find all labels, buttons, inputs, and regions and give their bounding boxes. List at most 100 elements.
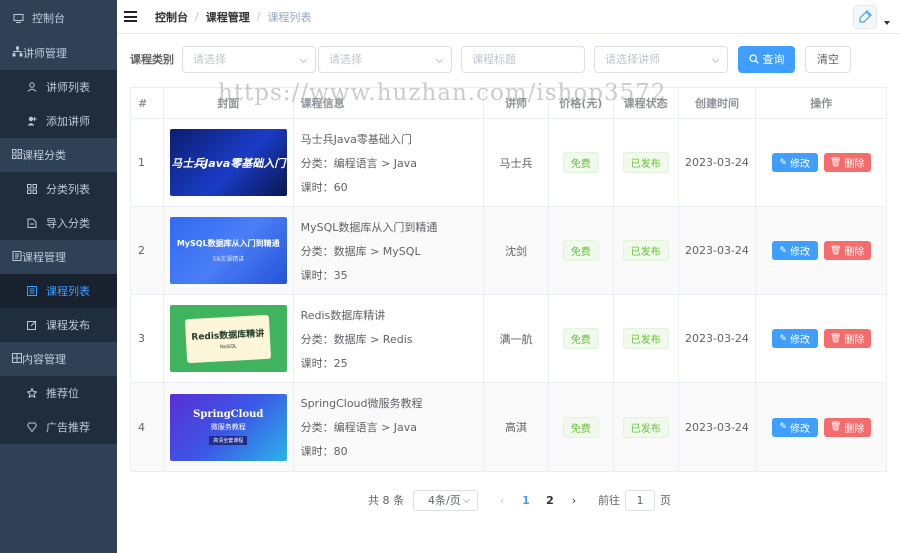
sidebar-group-content[interactable]: 内容管理 [0, 342, 117, 376]
course-title-input[interactable]: 课程标题 [461, 45, 585, 73]
sidebar-item-recommend[interactable]: 推荐位 [0, 376, 117, 410]
delete-button[interactable]: 🗑 删除 [823, 153, 871, 172]
edit-button[interactable]: ✎ 修改 [771, 329, 818, 348]
status-badge: 已发布 [622, 240, 669, 261]
delete-button[interactable]: 🗑 删除 [823, 417, 871, 437]
actions-cell: ✎ 修改 🗑 删除 [756, 295, 886, 382]
edit-icon: ✎ [779, 422, 787, 432]
edit-button[interactable]: ✎ 修改 [771, 417, 818, 437]
star-icon [26, 387, 38, 399]
search-button[interactable]: 查询 [738, 45, 795, 73]
diamond-icon [26, 421, 38, 433]
col-header-price: 价格(元) [549, 88, 614, 118]
edit-button-label: 修改 [789, 159, 810, 170]
sidebar-group-course[interactable]: 课程管理 [0, 240, 117, 274]
teacher-cell: 马士兵 [484, 119, 549, 206]
course-cover-image[interactable]: SpringCloud 微服务教程 高清全套课程 [169, 393, 287, 461]
search-icon [748, 54, 759, 64]
delete-button[interactable]: 🗑 删除 [823, 241, 871, 260]
cover-subtext: 58次课精讲 [212, 256, 245, 263]
course-hours: 课时：80 [300, 445, 348, 458]
page-number[interactable]: 1 [514, 494, 538, 507]
sidebar-item-add-teacher[interactable]: 添加讲师 [0, 104, 117, 138]
cover-cell: 马士兵Java零基础入门 [164, 119, 294, 206]
clear-button[interactable]: 清空 [805, 45, 851, 73]
sidebar-item-course-publish[interactable]: 课程发布 [0, 308, 117, 342]
avatar[interactable] [853, 5, 877, 29]
select-placeholder: 请选择 [193, 53, 226, 66]
sidebar-item-label: 课程发布 [46, 319, 90, 332]
import-icon [26, 217, 38, 229]
caret-down-icon[interactable] [884, 21, 890, 25]
next-page-button[interactable]: › [562, 494, 586, 507]
trash-icon: 🗑 [829, 245, 842, 256]
sidebar-item-dashboard[interactable]: 控制台 [0, 0, 117, 36]
sidebar-group-category[interactable]: 课程分类 [0, 138, 117, 172]
sidebar-item-label: 课程列表 [46, 285, 90, 298]
price-tag: 免费 [562, 152, 599, 173]
user-icon [26, 81, 38, 93]
select-placeholder: 请选择 [329, 53, 362, 66]
tile-icon [12, 352, 22, 366]
sidebar-item-category-list[interactable]: 分类列表 [0, 172, 117, 206]
row-index: 3 [131, 295, 164, 382]
teacher-select[interactable]: 请选择讲师 [594, 45, 728, 73]
category-select-2[interactable]: 请选择 [318, 45, 452, 73]
info-cell: MySQL数据库从入门到精通 分类：数据库 > MySQL 课时：35 [294, 207, 485, 294]
sidebar-item-course-list[interactable]: 课程列表 [0, 274, 117, 308]
col-header-created: 创建时间 [679, 88, 757, 118]
course-title: SpringCloud微服务教程 [300, 397, 423, 410]
brush-icon [859, 10, 872, 23]
breadcrumb-separator: / [256, 10, 261, 23]
trash-icon: 🗑 [829, 157, 842, 168]
edit-button[interactable]: ✎ 修改 [771, 153, 818, 172]
sidebar-item-label: 推荐位 [46, 387, 79, 400]
sidebar-group-teacher[interactable]: 讲师管理 [0, 36, 117, 70]
sidebar-item-import-category[interactable]: 导入分类 [0, 206, 117, 240]
sidebar-item-label: 导入分类 [46, 217, 90, 230]
breadcrumb-course-management[interactable]: 课程管理 [206, 9, 250, 25]
teacher-cell: 沈剑 [484, 207, 549, 294]
delete-button-label: 删除 [844, 423, 865, 435]
sidebar-item-teacher-list[interactable]: 讲师列表 [0, 70, 117, 104]
goto-prefix: 前往 [598, 494, 620, 507]
cover-text: Redis数据库精讲 [191, 328, 265, 343]
actions-cell: ✎ 修改 🗑 删除 [756, 207, 886, 294]
table-header: # 封面 课程信息 讲师 价格(元) 课程状态 创建时间 操作 [131, 88, 886, 119]
chevron-down-icon [299, 55, 308, 63]
delete-button[interactable]: 🗑 删除 [823, 329, 871, 348]
goto-page-input[interactable]: 1 [625, 489, 655, 511]
created-cell: 2023-03-24 [679, 295, 757, 382]
course-cover-image[interactable]: 马士兵Java零基础入门 [169, 129, 287, 196]
price-tag: 免费 [562, 328, 599, 349]
course-cover-image[interactable]: Redis数据库精讲 NoSQL [169, 305, 287, 372]
status-cell: 已发布 [614, 119, 679, 206]
course-title: MySQL数据库从入门到精通 [300, 220, 438, 234]
category-select-1[interactable]: 请选择 [182, 45, 316, 73]
sidebar-item-label: 广告推荐 [46, 421, 90, 434]
chevron-down-icon [435, 55, 444, 63]
edit-icon: ✎ [779, 333, 787, 344]
info-cell: 马士兵Java零基础入门 分类：编程语言 > Java 课时：60 [294, 119, 485, 206]
col-header-teacher: 讲师 [484, 88, 549, 118]
sidebar-group-label: 讲师管理 [23, 47, 67, 60]
hamburger-icon[interactable] [124, 11, 137, 22]
table-row: 4 SpringCloud 微服务教程 高清全套课程 SpringCloud微服… [131, 383, 886, 471]
edit-icon [26, 319, 38, 331]
prev-page-button[interactable]: ‹ [490, 494, 514, 507]
col-header-status: 课程状态 [614, 88, 679, 118]
page-number[interactable]: 2 [538, 494, 562, 507]
status-badge: 已发布 [622, 152, 669, 173]
teacher-cell: 高淇 [484, 383, 549, 471]
pagination: 共 8 条 4条/页 ‹ 1 2 › 前往 1 页 [368, 489, 671, 511]
status-cell: 已发布 [614, 207, 679, 294]
course-cover-image[interactable]: MySQL数据库从入门到精通 58次课精讲 [169, 217, 287, 284]
breadcrumb-dashboard[interactable]: 控制台 [155, 9, 188, 25]
page-size-select[interactable]: 4条/页 [413, 489, 478, 511]
sidebar-item-ads[interactable]: 广告推荐 [0, 410, 117, 444]
status-badge: 已发布 [622, 416, 669, 438]
edit-button[interactable]: ✎ 修改 [771, 241, 818, 260]
delete-button-label: 删除 [844, 247, 865, 258]
cover-cell: MySQL数据库从入门到精通 58次课精讲 [164, 207, 294, 294]
status-cell: 已发布 [614, 383, 679, 471]
